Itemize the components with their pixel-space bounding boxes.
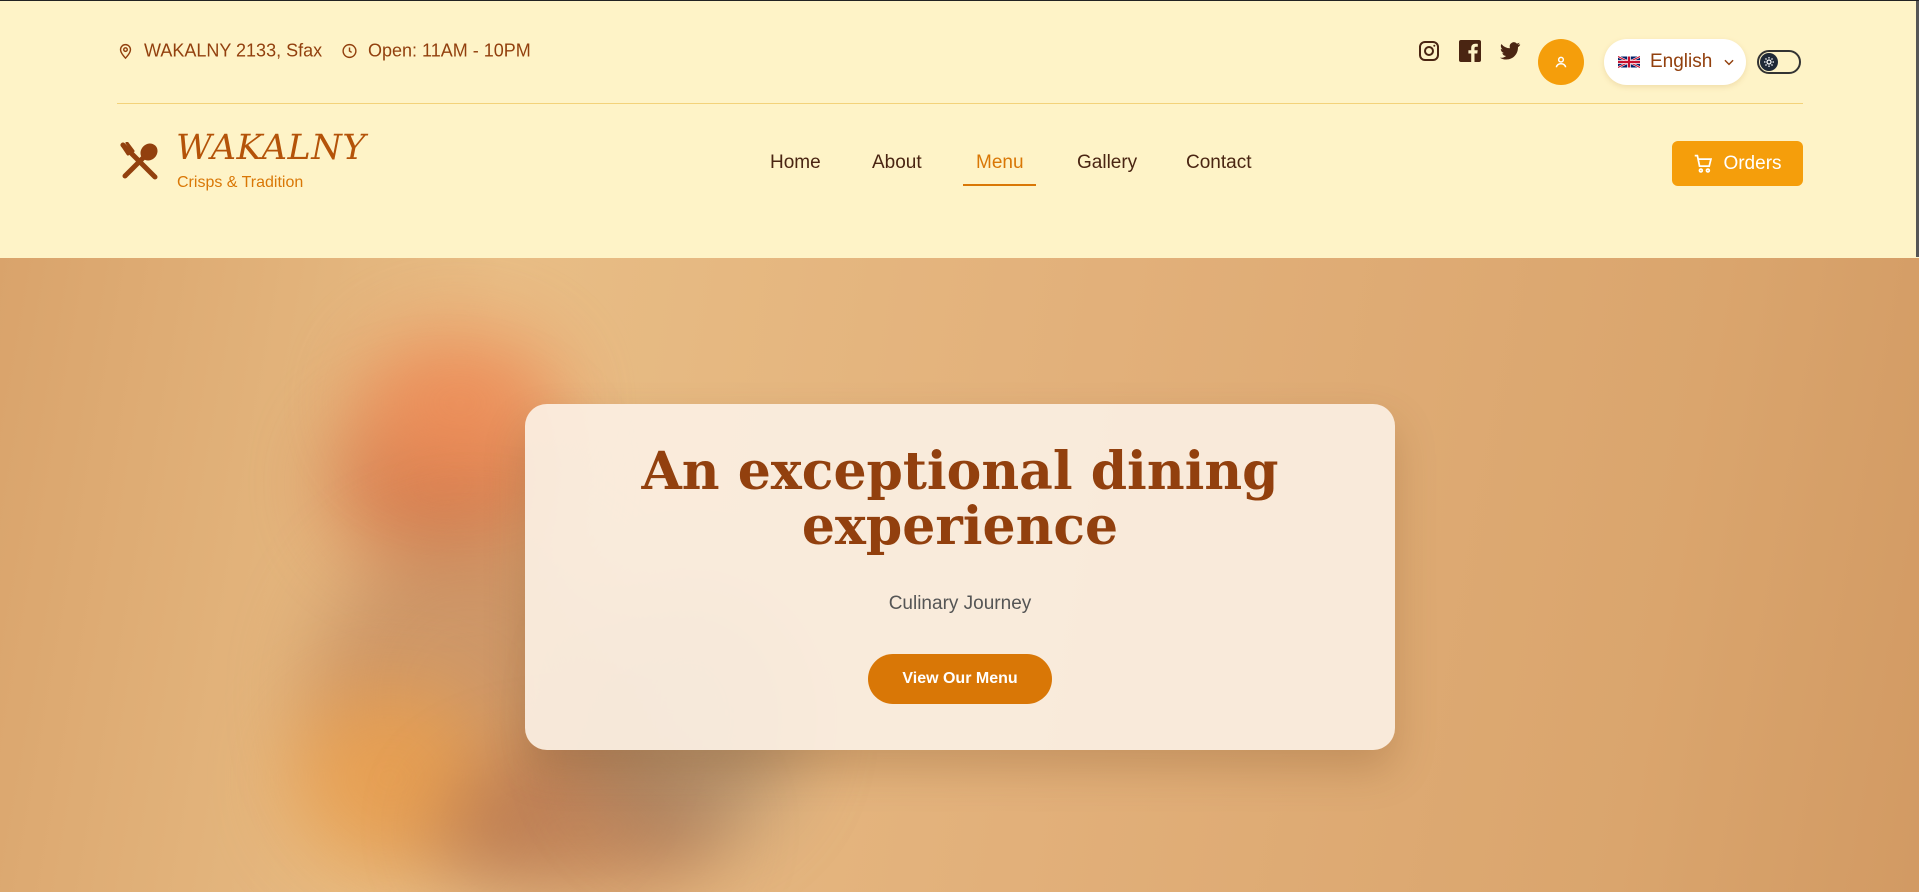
twitter-link[interactable] <box>1497 38 1523 64</box>
language-label: English <box>1650 51 1713 72</box>
active-nav-indicator <box>963 184 1036 186</box>
site-header: WAKALNY 2133, Sfax Open: 11AM - 10PM Eng… <box>0 1 1919 258</box>
nav-item-menu[interactable]: Menu <box>976 152 1024 174</box>
instagram-icon <box>1419 41 1439 61</box>
fork-spoon-logo-icon <box>120 142 158 180</box>
user-icon <box>1555 56 1567 68</box>
orders-label: Orders <box>1723 152 1782 174</box>
clock-icon <box>342 43 357 59</box>
map-pin-icon <box>119 43 132 60</box>
nav-item-about[interactable]: About <box>872 152 922 174</box>
hours-text: Open: 11AM - 10PM <box>368 40 531 61</box>
brand-tagline: Crisps & Tradition <box>177 174 304 191</box>
hero-card: An exceptional dining experience Culinar… <box>525 404 1395 750</box>
cart-icon <box>1695 154 1713 173</box>
hero-title: An exceptional dining experience <box>641 441 1279 557</box>
facebook-link[interactable] <box>1457 38 1483 64</box>
nav-item-contact[interactable]: Contact <box>1186 152 1251 174</box>
address-text: WAKALNY 2133, Sfax <box>144 40 323 61</box>
sun-icon <box>1760 53 1778 71</box>
nav-item-gallery[interactable]: Gallery <box>1077 152 1137 174</box>
nav-item-home[interactable]: Home <box>770 152 821 174</box>
chevron-down-icon <box>1724 59 1734 66</box>
twitter-icon <box>1499 42 1521 60</box>
uk-flag-icon <box>1618 55 1640 69</box>
address-info: WAKALNY 2133, Sfax <box>117 41 322 62</box>
facebook-icon <box>1459 40 1481 62</box>
language-selector[interactable]: English <box>1604 39 1746 85</box>
user-account-button[interactable] <box>1538 39 1584 85</box>
hero-subtitle: Culinary Journey <box>888 593 1032 614</box>
instagram-link[interactable] <box>1416 38 1442 64</box>
orders-button[interactable]: Orders <box>1672 141 1803 186</box>
theme-toggle[interactable] <box>1757 50 1801 74</box>
hours-info: Open: 11AM - 10PM <box>341 41 531 62</box>
brand-name[interactable]: WAKALNY <box>176 128 366 168</box>
view-menu-button[interactable]: View Our Menu <box>868 654 1052 704</box>
